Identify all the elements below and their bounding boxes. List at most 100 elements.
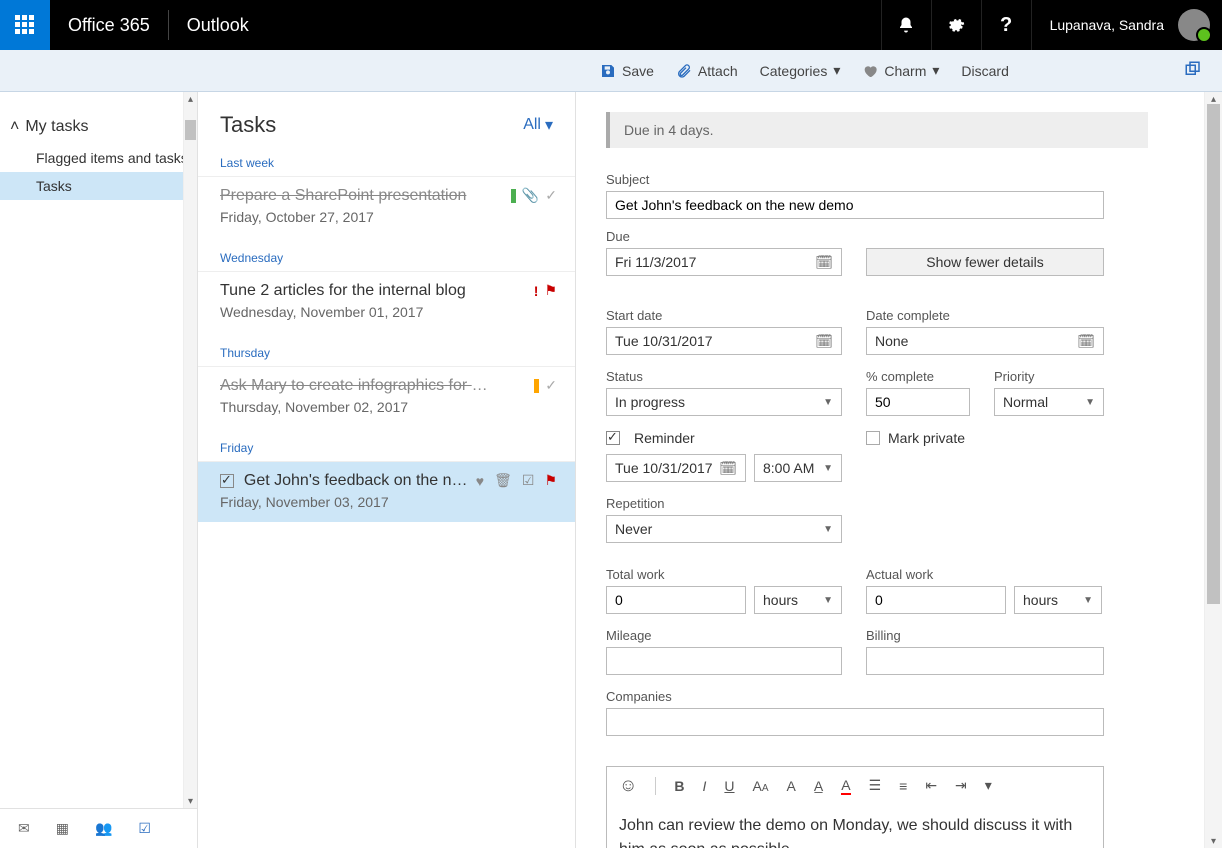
detail-scrollbar[interactable]: ▴ ▾	[1204, 92, 1222, 848]
indent-icon[interactable]: ⇥	[955, 777, 967, 794]
task-row[interactable]: Ask Mary to create infographics for O3… …	[198, 366, 575, 427]
reminder-date-value: Tue 10/31/2017	[615, 460, 713, 476]
billing-label: Billing	[866, 628, 1104, 643]
calendar-icon[interactable]: 🗓	[1077, 333, 1095, 350]
companies-label: Companies	[606, 689, 1148, 704]
reminder-checkbox[interactable]	[606, 431, 620, 445]
mark-complete-icon[interactable]: ☑	[522, 472, 535, 489]
calendar-icon[interactable]: 🗓	[815, 333, 833, 350]
group-wednesday[interactable]: Wednesday	[198, 237, 575, 271]
flag-icon[interactable]: ⚑	[544, 282, 557, 299]
due-date-picker[interactable]: Fri 11/3/2017 🗓	[606, 248, 842, 276]
private-label: Mark private	[888, 430, 965, 446]
calendar-icon[interactable]: 🗓	[719, 460, 737, 477]
save-button[interactable]: Save	[600, 63, 654, 79]
underline-icon[interactable]: U	[724, 778, 734, 794]
pct-label: % complete	[866, 369, 970, 384]
emoji-icon[interactable]: ☺	[619, 775, 637, 796]
complete-checkbox[interactable]	[220, 474, 234, 488]
subject-input[interactable]	[606, 191, 1104, 219]
repetition-select[interactable]: Never ▼	[606, 515, 842, 543]
avatar[interactable]	[1178, 9, 1210, 41]
flag-icon[interactable]: ⚑	[544, 472, 557, 489]
bullets-icon[interactable]: ☰	[869, 777, 882, 794]
user-name[interactable]: Lupanava, Sandra	[1031, 0, 1178, 50]
app-launcher-icon[interactable]	[0, 0, 50, 50]
calendar-icon[interactable]: 🗓	[815, 254, 833, 271]
font-icon[interactable]: A	[787, 778, 796, 794]
datecomplete-value: None	[875, 333, 908, 349]
group-thursday[interactable]: Thursday	[198, 332, 575, 366]
reminder-time-select[interactable]: 8:00 AM ▼	[754, 454, 842, 482]
subject-label: Subject	[606, 172, 1148, 187]
italic-icon[interactable]: I	[703, 778, 707, 794]
discard-button[interactable]: Discard	[961, 63, 1008, 79]
settings-icon[interactable]	[931, 0, 981, 50]
sidebar-item-tasks[interactable]: Tasks	[0, 172, 197, 200]
outdent-icon[interactable]: ⇤	[925, 777, 937, 794]
mileage-input[interactable]	[606, 647, 842, 675]
status-select[interactable]: In progress ▼	[606, 388, 842, 416]
task-row[interactable]: Tune 2 articles for the internal blog We…	[198, 271, 575, 332]
chevron-down-icon: ▼	[823, 463, 833, 474]
date-complete-picker[interactable]: None 🗓	[866, 327, 1104, 355]
show-fewer-details-button[interactable]: Show fewer details	[866, 248, 1104, 276]
priority-value: Normal	[1003, 394, 1048, 410]
categories-button[interactable]: Categories ▾	[760, 62, 841, 79]
repetition-label: Repetition	[606, 496, 1148, 511]
bold-icon[interactable]: B	[674, 778, 684, 794]
notifications-icon[interactable]	[881, 0, 931, 50]
delete-icon[interactable]: 🗑	[494, 472, 512, 489]
companies-input[interactable]	[606, 708, 1104, 736]
task-row-selected[interactable]: Get John's feedback on the n… Friday, No…	[198, 461, 575, 522]
category-indicator	[534, 379, 539, 393]
font-color-icon[interactable]: A	[841, 777, 850, 795]
charm-button[interactable]: Charm ▾	[862, 62, 939, 79]
discard-label: Discard	[961, 63, 1008, 79]
priority-select[interactable]: Normal ▼	[994, 388, 1104, 416]
task-row[interactable]: Prepare a SharePoint presentation Friday…	[198, 176, 575, 237]
sidebar-scrollbar[interactable]: ▴▾	[183, 92, 197, 808]
totalwork-input[interactable]	[606, 586, 746, 614]
chevron-down-icon: ▾	[545, 115, 553, 135]
numbering-icon[interactable]: ≡	[899, 778, 907, 794]
more-formatting-icon[interactable]: ▾	[985, 777, 992, 794]
group-last-week[interactable]: Last week	[198, 142, 575, 176]
calendar-icon[interactable]: ▦	[56, 820, 69, 837]
chevron-down-icon: ▼	[823, 595, 833, 606]
sidebar-item-flagged[interactable]: Flagged items and tasks	[0, 144, 197, 172]
top-bar: Office 365 Outlook ? Lupanava, Sandra	[0, 0, 1222, 50]
start-value: Tue 10/31/2017	[615, 333, 713, 349]
app-name[interactable]: Outlook	[169, 15, 267, 36]
notes-textarea[interactable]: John can review the demo on Monday, we s…	[607, 804, 1103, 848]
sidebar-head-mytasks[interactable]: ˄ My tasks	[0, 110, 197, 144]
billing-input[interactable]	[866, 647, 1104, 675]
task-title: Prepare a SharePoint presentation	[220, 187, 553, 205]
attach-button[interactable]: Attach	[676, 63, 738, 79]
font-size-icon[interactable]: AA	[753, 778, 769, 794]
brand-label[interactable]: Office 365	[50, 15, 168, 36]
task-date: Friday, October 27, 2017	[220, 209, 553, 225]
popout-icon[interactable]	[1184, 60, 1202, 81]
nav-switcher: ✉ ▦ 👥 ☑	[0, 808, 197, 848]
group-friday[interactable]: Friday	[198, 427, 575, 461]
tasks-icon[interactable]: ☑	[138, 820, 151, 837]
help-icon[interactable]: ?	[981, 0, 1031, 50]
people-icon[interactable]: 👥	[95, 820, 112, 837]
charm-icon[interactable]: ♥	[476, 473, 484, 489]
mail-icon[interactable]: ✉	[18, 820, 30, 837]
start-date-picker[interactable]: Tue 10/31/2017 🗓	[606, 327, 842, 355]
private-checkbox[interactable]	[866, 431, 880, 445]
main: ˄ My tasks Flagged items and tasks Tasks…	[0, 92, 1222, 848]
unit-label: hours	[1023, 592, 1058, 608]
mileage-label: Mileage	[606, 628, 842, 643]
actualwork-unit-select[interactable]: hours ▼	[1014, 586, 1102, 614]
list-filter[interactable]: All ▾	[523, 115, 553, 135]
totalwork-unit-select[interactable]: hours ▼	[754, 586, 842, 614]
pct-input[interactable]	[866, 388, 970, 416]
start-label: Start date	[606, 308, 842, 323]
highlight-icon[interactable]: A̲	[814, 778, 823, 794]
actualwork-input[interactable]	[866, 586, 1006, 614]
reminder-date-picker[interactable]: Tue 10/31/2017 🗓	[606, 454, 746, 482]
chevron-down-icon: ▼	[1085, 397, 1095, 408]
